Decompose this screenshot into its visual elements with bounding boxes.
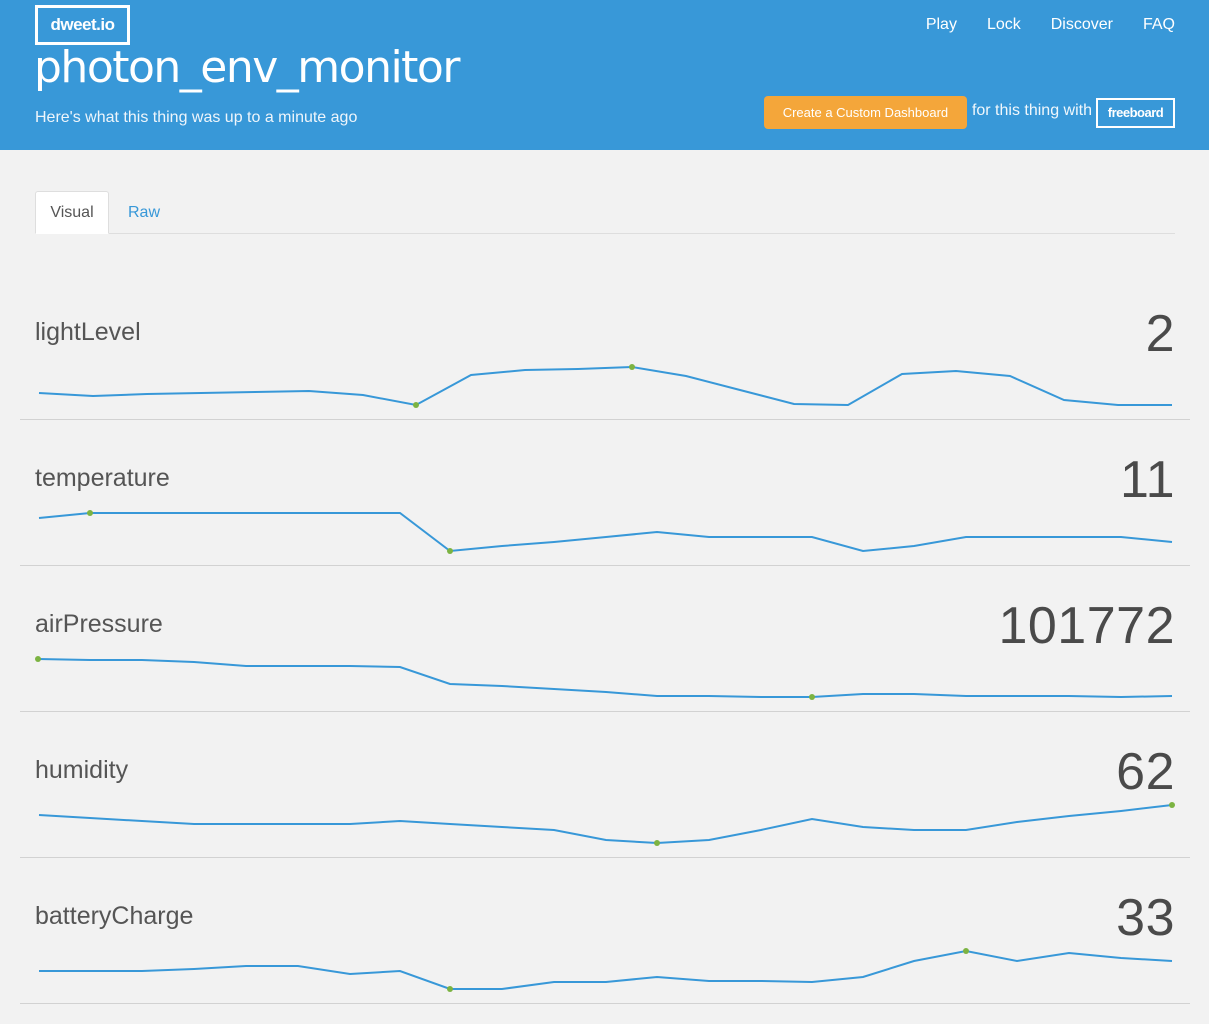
sparkline-batterycharge (39, 948, 1173, 992)
dweetio-logo[interactable]: dweet.io (35, 5, 130, 45)
tab-visual[interactable]: Visual (35, 191, 109, 234)
metric-temperature: temperature 11 (20, 420, 1190, 566)
metric-lightlevel: lightLevel 2 (20, 274, 1190, 420)
create-dashboard-button[interactable]: Create a Custom Dashboard (763, 96, 967, 129)
metric-value: 2 (1145, 305, 1175, 363)
metric-name: airPressure (35, 610, 163, 638)
metric-name: humidity (35, 756, 129, 784)
metric-name: lightLevel (35, 318, 141, 346)
freeboard-logo-button[interactable]: freeboard (1096, 97, 1175, 128)
page-subtitle: Here's what this thing was up to a minut… (35, 109, 358, 126)
sparkline-temperature (38, 510, 1173, 554)
with-text: for this thing with (971, 101, 1092, 119)
top-nav: Play Lock Discover FAQ (926, 16, 1175, 34)
metric-value: 33 (1116, 889, 1175, 947)
nav-discover-link[interactable]: Discover (1051, 16, 1113, 34)
nav-faq-link[interactable]: FAQ (1143, 16, 1175, 34)
nav-lock-link[interactable]: Lock (987, 16, 1021, 34)
sparkline-lightlevel (38, 364, 1172, 408)
metric-name: batteryCharge (35, 902, 194, 930)
tab-raw[interactable]: Raw (109, 191, 179, 234)
metric-name: temperature (35, 464, 170, 492)
view-tabs: Visual Raw (35, 191, 1175, 234)
metric-value: 62 (1116, 743, 1175, 801)
nav-play-link[interactable]: Play (926, 16, 957, 34)
dashboard-row: Create a Custom Dashboard for this thing… (763, 96, 1175, 129)
metric-value: 101772 (998, 597, 1175, 655)
metric-value: 11 (1120, 451, 1175, 509)
metric-airpressure: airPressure 101772 (20, 566, 1190, 712)
header: dweet.io photon_env_monitor Here's what … (0, 0, 1209, 150)
metric-batterycharge: batteryCharge 33 (20, 858, 1190, 1004)
page-title: photon_env_monitor (34, 42, 460, 93)
metric-humidity: humidity 62 (20, 712, 1190, 858)
sparkline-humidity (38, 802, 1175, 846)
